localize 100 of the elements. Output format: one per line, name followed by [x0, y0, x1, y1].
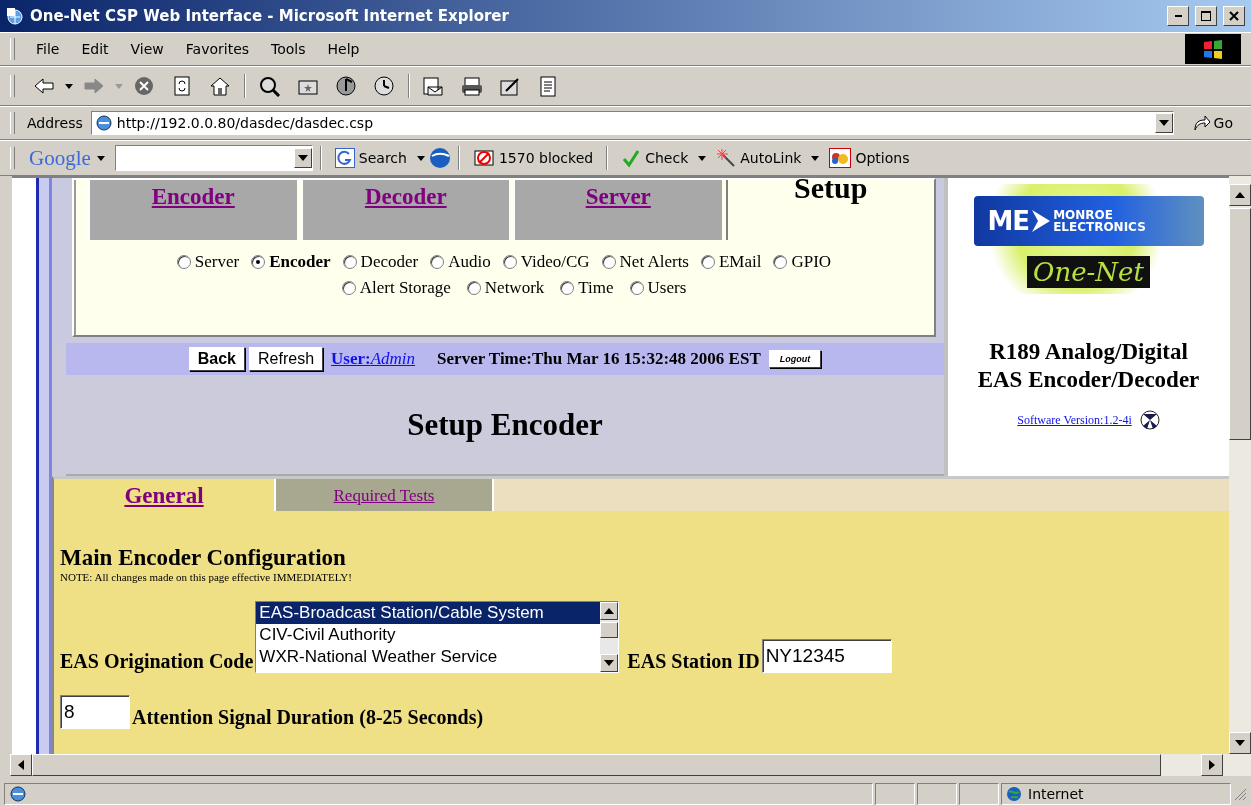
caret-icon	[297, 155, 308, 161]
list-option[interactable]: EAS-Broadcast Station/Cable System	[256, 602, 601, 624]
setup-option[interactable]: Video/CG	[502, 252, 590, 272]
close-icon	[1229, 11, 1239, 21]
up-arrow-icon	[1235, 192, 1245, 198]
duration-field[interactable]: 8	[60, 695, 130, 729]
radio-button[interactable]	[629, 281, 644, 295]
user-link[interactable]: User:Admin	[327, 349, 434, 369]
menu-item[interactable]: Tools	[262, 39, 315, 59]
options-button[interactable]: Options	[823, 146, 916, 170]
maximize-button[interactable]	[1195, 6, 1217, 26]
radio-button[interactable]	[342, 255, 357, 269]
main-tab[interactable]: Server	[513, 180, 722, 240]
field-label: EAS Station ID	[627, 650, 760, 673]
list-option[interactable]: WXR-National Weather Service	[256, 646, 601, 668]
setup-option[interactable]: Server	[176, 252, 240, 272]
radio-button[interactable]	[601, 255, 616, 269]
option-label: Alert Storage	[359, 278, 451, 298]
left-arrow-icon	[18, 760, 24, 770]
status-pane	[875, 783, 915, 805]
mail-icon	[422, 75, 446, 97]
address-field[interactable]: http://192.0.0.80/dasdec/dasdec.csp	[90, 111, 1174, 135]
balls-icon	[829, 148, 852, 168]
radio-button[interactable]	[773, 255, 788, 269]
radio-button[interactable]	[502, 255, 517, 269]
sub-tab[interactable]: Required Tests	[274, 479, 494, 511]
option-label: Server	[194, 252, 240, 272]
main-tab[interactable]: Decoder	[300, 180, 509, 240]
go-button[interactable]: Go	[1177, 114, 1241, 132]
caret-icon	[416, 155, 425, 161]
caret-icon	[698, 155, 707, 161]
menu-item[interactable]: Favorites	[176, 39, 259, 59]
page-icon	[94, 114, 113, 132]
menu-item[interactable]: File	[27, 39, 69, 59]
dropdown-button[interactable]	[293, 148, 312, 168]
menu-item[interactable]: View	[121, 39, 173, 59]
scroll-left-button[interactable]	[10, 754, 32, 776]
windows-flag-icon	[1202, 39, 1224, 59]
caret-icon	[96, 155, 105, 161]
spell-check-button[interactable]: Check	[615, 146, 695, 170]
right-arrow-icon	[1209, 760, 1215, 770]
setup-option[interactable]: Network	[466, 278, 545, 298]
scroll-down-button[interactable]	[1229, 732, 1251, 754]
radio-button[interactable]	[251, 255, 266, 269]
software-version-link[interactable]: Software Version:1.2-4i	[1017, 412, 1132, 428]
search-field[interactable]	[114, 145, 313, 171]
minimize-button[interactable]	[1167, 6, 1189, 26]
down-arrow-icon	[1235, 740, 1245, 746]
search-button[interactable]: Search	[328, 146, 413, 170]
scroll-down-button[interactable]	[600, 654, 619, 672]
print-icon	[460, 75, 484, 97]
radio-button[interactable]	[176, 255, 191, 269]
station-id-field[interactable]: NY12345	[761, 639, 892, 673]
up-arrow-icon	[604, 608, 615, 614]
list-option[interactable]: CIV-Civil Authority	[256, 624, 601, 646]
option-label: Time	[578, 278, 614, 298]
section-title: Main Encoder Configuration	[60, 545, 347, 571]
globe-icon	[428, 147, 451, 169]
main-tab[interactable]: Encoder	[88, 180, 297, 240]
radio-button[interactable]	[466, 281, 481, 295]
setup-option[interactable]: Users	[629, 278, 687, 298]
resize-grip-icon	[1233, 787, 1247, 801]
blocked-window-icon	[472, 148, 495, 168]
setup-option[interactable]: Alert Storage	[341, 278, 451, 298]
scrollbar-thumb[interactable]	[600, 622, 619, 638]
origination-listbox[interactable]: EAS-Broadcast Station/Cable System CIV-Civil Authority WXR-National Weather Service	[255, 601, 620, 673]
radio-button[interactable]	[341, 281, 356, 295]
radio-button[interactable]	[560, 281, 575, 295]
radio-button[interactable]	[700, 255, 715, 269]
setup-option[interactable]: Audio	[430, 252, 491, 272]
scroll-right-button[interactable]	[1201, 754, 1223, 776]
caret-icon	[115, 83, 123, 89]
radio-button[interactable]	[430, 255, 445, 269]
popup-blocker-button[interactable]: 1570 blocked	[466, 146, 600, 170]
setup-option[interactable]: Decoder	[342, 252, 419, 272]
sub-tab[interactable]: General	[54, 479, 274, 511]
back-button[interactable]: Back	[188, 347, 245, 371]
setup-option[interactable]: Encoder	[251, 252, 331, 272]
menu-item[interactable]: Edit	[72, 39, 118, 59]
logout-button[interactable]: Logout	[768, 350, 822, 368]
scroll-up-button[interactable]	[1229, 184, 1251, 206]
scrollbar-thumb[interactable]	[1229, 208, 1251, 440]
zone-label: Internet	[1028, 786, 1084, 802]
close-button[interactable]	[1223, 6, 1245, 26]
scroll-up-button[interactable]	[600, 602, 619, 620]
setup-option[interactable]: Time	[560, 278, 614, 298]
autolink-button[interactable]: AutoLink	[710, 146, 808, 170]
refresh-button[interactable]: Refresh	[249, 347, 324, 371]
dropdown-button[interactable]	[1154, 113, 1173, 133]
field-label: EAS Origination Code	[60, 650, 254, 673]
down-arrow-icon	[604, 660, 615, 666]
option-label: Video/CG	[520, 252, 590, 272]
setup-option[interactable]: GPIO	[773, 252, 832, 272]
scrollbar-thumb[interactable]	[32, 754, 1161, 776]
option-label: GPIO	[791, 252, 832, 272]
setup-option[interactable]: Net Alerts	[601, 252, 689, 272]
minimize-icon	[1174, 15, 1182, 17]
menu-item[interactable]: Help	[318, 39, 369, 59]
option-label: Network	[484, 278, 545, 298]
setup-option[interactable]: EMail	[700, 252, 762, 272]
